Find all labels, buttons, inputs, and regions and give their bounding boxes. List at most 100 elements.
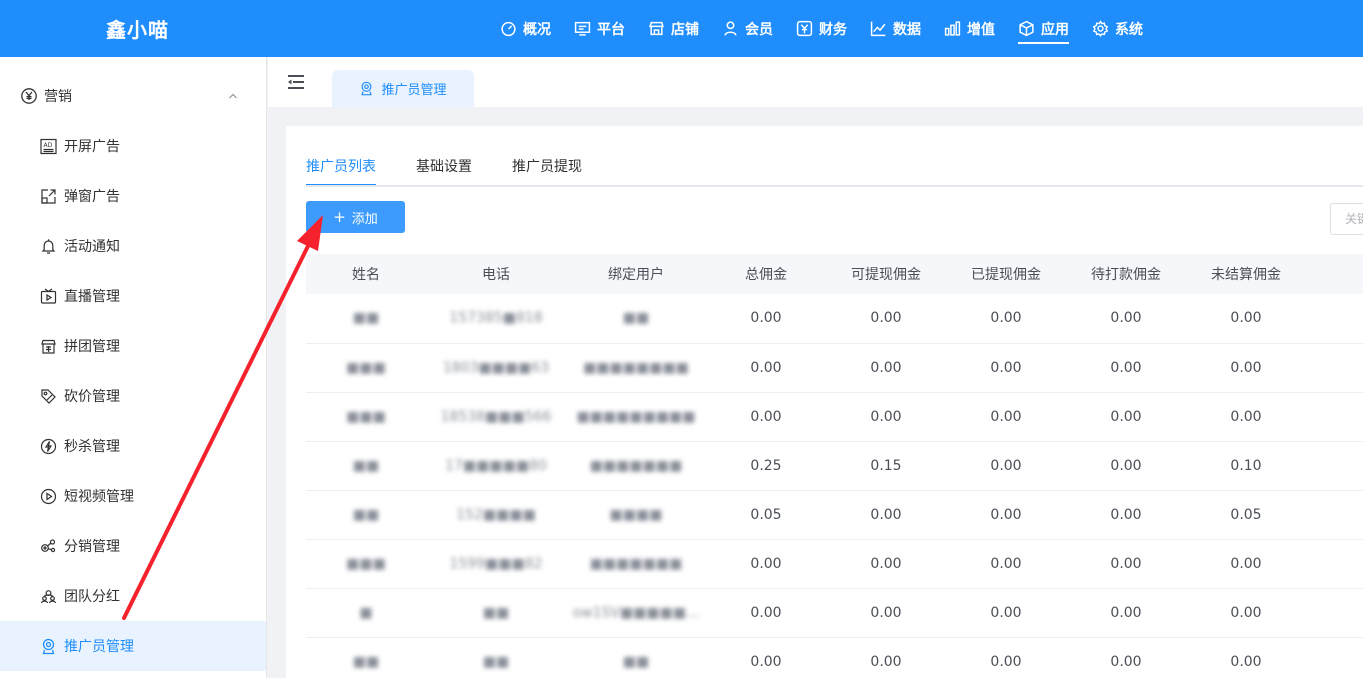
- table-row[interactable]: ■■ 17■■■■■80 ■■■■■■■ 0.25 0.15 0.00 0.00 0.10: [306, 441, 1363, 491]
- add-button[interactable]: + 添加: [306, 201, 405, 233]
- table-cell: ■■: [426, 637, 566, 678]
- group-buy-icon: [41, 339, 56, 354]
- table-cell-spacer: [1306, 588, 1363, 638]
- sidebar-item-label: 分销管理: [64, 539, 120, 555]
- table-cell: ■■■: [306, 539, 426, 589]
- table-cell-spacer: [1306, 637, 1363, 678]
- column-header: 可提现佣金: [826, 254, 946, 294]
- column-header: 待打款佣金: [1066, 254, 1186, 294]
- menu-collapse-icon[interactable]: [288, 75, 304, 89]
- table-cell: 0.00: [946, 294, 1066, 344]
- top-nav: 概况 平台 店铺 会员 财务 数据 增值 应用 系统: [500, 0, 1166, 57]
- nav-label: 店铺: [671, 21, 699, 38]
- sidebar-item-bargain[interactable]: 砍价管理: [0, 371, 266, 421]
- table-row[interactable]: ■■ ■■ ■■ 0.00 0.00 0.00 0.00 0.00: [306, 637, 1363, 678]
- tab-basic-settings[interactable]: 基础设置: [416, 150, 472, 186]
- nav-data[interactable]: 数据: [870, 0, 921, 57]
- table-cell: ■■: [566, 294, 706, 344]
- table-cell: 0.00: [826, 637, 946, 678]
- sidebar-item-popup-ad[interactable]: 弹窗广告: [0, 171, 266, 221]
- table-cell: 0.15: [826, 441, 946, 491]
- column-header: 绑定用户: [566, 254, 706, 294]
- table-cell: ■■■■■■■■■: [566, 392, 706, 442]
- nav-overview[interactable]: 概况: [500, 0, 551, 57]
- sidebar-item-group-buy[interactable]: 拼团管理: [0, 321, 266, 371]
- sidebar-item-label: 砍价管理: [64, 389, 120, 405]
- table-cell: 0.00: [1066, 343, 1186, 393]
- sidebar-item-live[interactable]: 直播管理: [0, 271, 266, 321]
- table-cell-spacer: [1306, 343, 1363, 393]
- table-row[interactable]: ■■■ 1599■■■82 ■■■■■■■ 0.00 0.00 0.00 0.00 0.00: [306, 539, 1363, 589]
- tab-promoter-management[interactable]: 推广员管理: [332, 70, 474, 107]
- flash-icon: [40, 438, 57, 454]
- table-cell: 0.00: [1066, 637, 1186, 678]
- table-row[interactable]: ■■■ 18538■■■566 ■■■■■■■■■ 0.00 0.00 0.00 0.00 0…: [306, 392, 1363, 442]
- table-cell: 1803■■■■63: [426, 343, 566, 393]
- table-cell: 0.00: [1066, 294, 1186, 344]
- sidebar-item-splash-ad[interactable]: AD 开屏广告: [0, 121, 266, 171]
- nav-value-added[interactable]: 增值: [944, 0, 995, 57]
- nav-apps[interactable]: 应用: [1018, 0, 1069, 57]
- nav-system[interactable]: 系统: [1092, 0, 1143, 57]
- table-cell: 0.00: [706, 343, 826, 393]
- nav-label: 数据: [893, 21, 921, 38]
- sidebar: 营销 AD 开屏广告 弹窗广告 活动通知 直播管理 拼团管理 砍价管理 秒杀管理…: [0, 57, 267, 678]
- table-cell: ■■: [566, 637, 706, 678]
- dashboard-icon: [501, 21, 516, 37]
- ad-icon: AD: [40, 138, 57, 154]
- table-cell: ow1SV■■■■■...: [566, 588, 706, 638]
- nav-store[interactable]: 店铺: [648, 0, 699, 57]
- sidebar-item-short-video[interactable]: 短视频管理: [0, 471, 266, 521]
- table-cell: 0.00: [1066, 539, 1186, 589]
- sidebar-item-team-dividend[interactable]: 团队分红: [0, 571, 266, 621]
- tab-promoter-list[interactable]: 推广员列表: [306, 150, 376, 186]
- cube-icon: [1019, 20, 1034, 37]
- table-cell: 157385■818: [426, 294, 566, 344]
- sidebar-item-label: 弹窗广告: [64, 189, 120, 205]
- table-cell: 0.00: [1186, 637, 1306, 678]
- table-cell: 0.00: [1066, 441, 1186, 491]
- sidebar-item-flash-sale[interactable]: 秒杀管理: [0, 421, 266, 471]
- table-cell: 152■■■■: [426, 490, 566, 540]
- nav-platform[interactable]: 平台: [574, 0, 625, 57]
- sidebar-item-label: 直播管理: [64, 289, 120, 305]
- brand-logo[interactable]: 鑫小喵: [106, 14, 169, 43]
- sidebar-item-label: 团队分红: [64, 589, 120, 605]
- table-cell: 0.00: [706, 588, 826, 638]
- tab-promoter-withdrawal[interactable]: 推广员提现: [512, 150, 582, 186]
- nav-label: 应用: [1041, 21, 1069, 38]
- table-row[interactable]: ■ ■■ ow1SV■■■■■... 0.00 0.00 0.00 0.00 0.00: [306, 588, 1363, 638]
- table-cell: 0.00: [706, 539, 826, 589]
- table-cell: ■■: [306, 441, 426, 491]
- sidebar-item-label: 活动通知: [64, 239, 120, 255]
- svg-text:AD: AD: [44, 142, 53, 149]
- sidebar-item-promoter[interactable]: 推广员管理: [0, 621, 266, 671]
- table-cell: 1599■■■82: [426, 539, 566, 589]
- tab-label: 推广员管理: [381, 83, 447, 98]
- sidebar-item-activity-notice[interactable]: 活动通知: [0, 221, 266, 271]
- table-cell: 0.00: [1186, 588, 1306, 638]
- table-cell: 0.00: [946, 392, 1066, 442]
- play-icon: [40, 488, 57, 504]
- sidebar-item-distribution[interactable]: 分销管理: [0, 521, 266, 571]
- table-cell: 0.00: [1186, 392, 1306, 442]
- table-cell-spacer: [1306, 392, 1363, 442]
- nav-finance[interactable]: 财务: [796, 0, 847, 57]
- table-cell: ■■■■■■■: [566, 441, 706, 491]
- table-cell-spacer: [1306, 490, 1363, 540]
- table-row[interactable]: ■■ 157385■818 ■■ 0.00 0.00 0.00 0.00 0.00: [306, 294, 1363, 344]
- table-cell: 17■■■■■80: [426, 441, 566, 491]
- table-row[interactable]: ■■ 152■■■■ ■■■■ 0.05 0.00 0.00 0.00 0.05: [306, 490, 1363, 540]
- add-button-label: 添加: [351, 211, 378, 227]
- promoter-icon: [42, 638, 55, 654]
- keyword-button[interactable]: 关键: [1330, 203, 1363, 235]
- column-header: 电话: [426, 254, 566, 294]
- tab-divider: [306, 185, 1363, 187]
- sub-tabs: 推广员列表 基础设置 推广员提现: [306, 150, 622, 186]
- sidebar-group-marketing[interactable]: 营销: [0, 71, 266, 121]
- table-row[interactable]: ■■■ 1803■■■■63 ■■■■■■■■ 0.00 0.00 0.00 0.00 0.0…: [306, 343, 1363, 393]
- chevron-up-icon[interactable]: [228, 91, 238, 101]
- promoter-icon: [361, 81, 373, 96]
- table-cell: 0.00: [826, 294, 946, 344]
- nav-member[interactable]: 会员: [722, 0, 773, 57]
